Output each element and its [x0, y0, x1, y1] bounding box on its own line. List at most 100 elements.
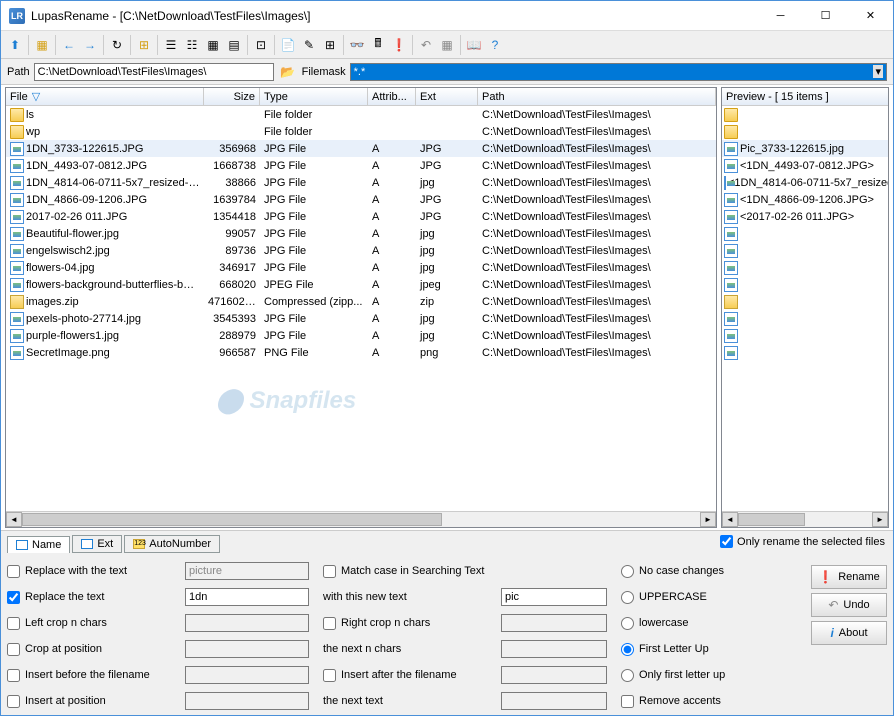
- minimize-button[interactable]: ─: [758, 1, 803, 30]
- undo-icon[interactable]: ↶: [416, 35, 436, 55]
- preview-list-body[interactable]: Pic_3733-122615.jpg<1DN_4493-07-0812.JPG…: [722, 106, 888, 511]
- list-item[interactable]: [722, 276, 888, 293]
- select-none-icon[interactable]: ☷: [182, 35, 202, 55]
- insert-at-checkbox[interactable]: [7, 695, 20, 708]
- browse-folder-icon[interactable]: 📂: [278, 62, 298, 82]
- only-rename-checkbox[interactable]: [720, 535, 733, 548]
- preview-header[interactable]: Preview - [ 15 items ]: [722, 88, 888, 106]
- table-row[interactable]: 2017-02-26 011.JPG1354418JPG FileAJPGC:\…: [6, 208, 716, 225]
- close-button[interactable]: ✕: [848, 1, 893, 30]
- reload-icon[interactable]: ↻: [107, 35, 127, 55]
- uppercase-radio[interactable]: [621, 591, 634, 604]
- select-all-icon[interactable]: ☰: [161, 35, 181, 55]
- preview-h-scrollbar[interactable]: ◄ ►: [722, 511, 888, 527]
- apps-icon[interactable]: ⊞: [320, 35, 340, 55]
- table-row[interactable]: 1DN_4866-09-1206.JPG1639784JPG FileAJPGC…: [6, 191, 716, 208]
- scroll-left-icon[interactable]: ◄: [6, 512, 22, 527]
- table-row[interactable]: flowers-04.jpg346917JPG FileAjpgC:\NetDo…: [6, 259, 716, 276]
- question-icon[interactable]: ?: [485, 35, 505, 55]
- tab-name[interactable]: Name: [7, 536, 70, 553]
- first-letter-up-radio[interactable]: [621, 643, 634, 656]
- replace-with-checkbox[interactable]: [7, 565, 20, 578]
- help-icon[interactable]: 📖: [464, 35, 484, 55]
- replace-the-input[interactable]: [185, 588, 309, 606]
- calc-icon[interactable]: 🖩: [368, 35, 388, 55]
- replace-the-checkbox[interactable]: [7, 591, 20, 604]
- table-row[interactable]: 1DN_3733-122615.JPG356968JPG FileAJPGC:\…: [6, 140, 716, 157]
- table-row[interactable]: images.zip47160266Compressed (zipp...Azi…: [6, 293, 716, 310]
- list-item[interactable]: [722, 242, 888, 259]
- list-item[interactable]: <1DN_4866-09-1206.JPG>: [722, 191, 888, 208]
- table-row[interactable]: pexels-photo-27714.jpg3545393JPG FileAjp…: [6, 310, 716, 327]
- right-crop-input[interactable]: [501, 614, 607, 632]
- table-row[interactable]: engelswisch2.jpg89736JPG FileAjpgC:\NetD…: [6, 242, 716, 259]
- insert-after-checkbox[interactable]: [323, 669, 336, 682]
- next-text-input[interactable]: [501, 692, 607, 710]
- left-crop-checkbox[interactable]: [7, 617, 20, 630]
- lowercase-radio[interactable]: [621, 617, 634, 630]
- crop-at-input[interactable]: [185, 640, 309, 658]
- table-row[interactable]: SecretImage.png966587PNG FileApngC:\NetD…: [6, 344, 716, 361]
- tab-ext[interactable]: Ext: [72, 535, 122, 553]
- list-item[interactable]: [722, 310, 888, 327]
- edit-icon[interactable]: ✎: [299, 35, 319, 55]
- list-item[interactable]: [722, 327, 888, 344]
- path-input[interactable]: [34, 63, 274, 81]
- list-item[interactable]: <1DN_4814-06-0711-5x7_resized-1.: [722, 174, 888, 191]
- list-item[interactable]: [722, 225, 888, 242]
- h-scrollbar[interactable]: ◄ ►: [6, 511, 716, 527]
- col-size[interactable]: Size: [204, 88, 260, 105]
- list-item[interactable]: [722, 344, 888, 361]
- right-crop-checkbox[interactable]: [323, 617, 336, 630]
- crop-at-checkbox[interactable]: [7, 643, 20, 656]
- match-case-checkbox[interactable]: [323, 565, 336, 578]
- replace-with-input[interactable]: [185, 562, 309, 580]
- list-icon[interactable]: ▤: [224, 35, 244, 55]
- file-list-body[interactable]: ⬤ Snapfiles lsFile folderC:\NetDownload\…: [6, 106, 716, 511]
- table-row[interactable]: Beautiful-flower.jpg99057JPG FileAjpgC:\…: [6, 225, 716, 242]
- forward-icon[interactable]: →: [80, 35, 100, 55]
- list-item[interactable]: [722, 293, 888, 310]
- scroll-right-icon[interactable]: ►: [872, 512, 888, 527]
- find-icon[interactable]: 👓: [347, 35, 367, 55]
- undo-button[interactable]: ↶Undo: [811, 593, 887, 617]
- insert-before-checkbox[interactable]: [7, 669, 20, 682]
- filemask-select[interactable]: *.*: [350, 63, 887, 81]
- list-item[interactable]: [722, 123, 888, 140]
- list-item[interactable]: <1DN_4493-07-0812.JPG>: [722, 157, 888, 174]
- back-icon[interactable]: ←: [59, 35, 79, 55]
- list-item[interactable]: <2017-02-26 011.JPG>: [722, 208, 888, 225]
- table-row[interactable]: 1DN_4493-07-0812.JPG1668738JPG FileAJPGC…: [6, 157, 716, 174]
- scroll-left-icon[interactable]: ◄: [722, 512, 738, 527]
- no-case-radio[interactable]: [621, 565, 634, 578]
- expand-icon[interactable]: ⊡: [251, 35, 271, 55]
- table-row[interactable]: purple-flowers1.jpg288979JPG FileAjpgC:\…: [6, 327, 716, 344]
- only-first-radio[interactable]: [621, 669, 634, 682]
- rename-button[interactable]: ❗Rename: [811, 565, 887, 589]
- col-path[interactable]: Path: [478, 88, 716, 105]
- col-type[interactable]: Type: [260, 88, 368, 105]
- warn-icon[interactable]: ❗: [389, 35, 409, 55]
- list-item[interactable]: [722, 106, 888, 123]
- insert-after-input[interactable]: [501, 666, 607, 684]
- copy-icon[interactable]: 📄: [278, 35, 298, 55]
- about-button[interactable]: iAbout: [811, 621, 887, 645]
- next-n-input[interactable]: [501, 640, 607, 658]
- table-row[interactable]: lsFile folderC:\NetDownload\TestFiles\Im…: [6, 106, 716, 123]
- table-row[interactable]: 1DN_4814-06-0711-5x7_resized-1.j...38866…: [6, 174, 716, 191]
- up-icon[interactable]: ⬆: [5, 35, 25, 55]
- refresh-icon[interactable]: ▦: [32, 35, 52, 55]
- remove-accents-checkbox[interactable]: [621, 695, 634, 708]
- insert-at-input[interactable]: [185, 692, 309, 710]
- col-file[interactable]: File ▽: [6, 88, 204, 105]
- insert-before-input[interactable]: [185, 666, 309, 684]
- tree-icon[interactable]: ⊞: [134, 35, 154, 55]
- maximize-button[interactable]: ☐: [803, 1, 848, 30]
- grid-icon[interactable]: ▦: [203, 35, 223, 55]
- list-item[interactable]: [722, 259, 888, 276]
- col-attrib[interactable]: Attrib...: [368, 88, 416, 105]
- tab-autonumber[interactable]: 123AutoNumber: [124, 535, 220, 553]
- table-row[interactable]: wpFile folderC:\NetDownload\TestFiles\Im…: [6, 123, 716, 140]
- scroll-right-icon[interactable]: ►: [700, 512, 716, 527]
- list-item[interactable]: Pic_3733-122615.jpg: [722, 140, 888, 157]
